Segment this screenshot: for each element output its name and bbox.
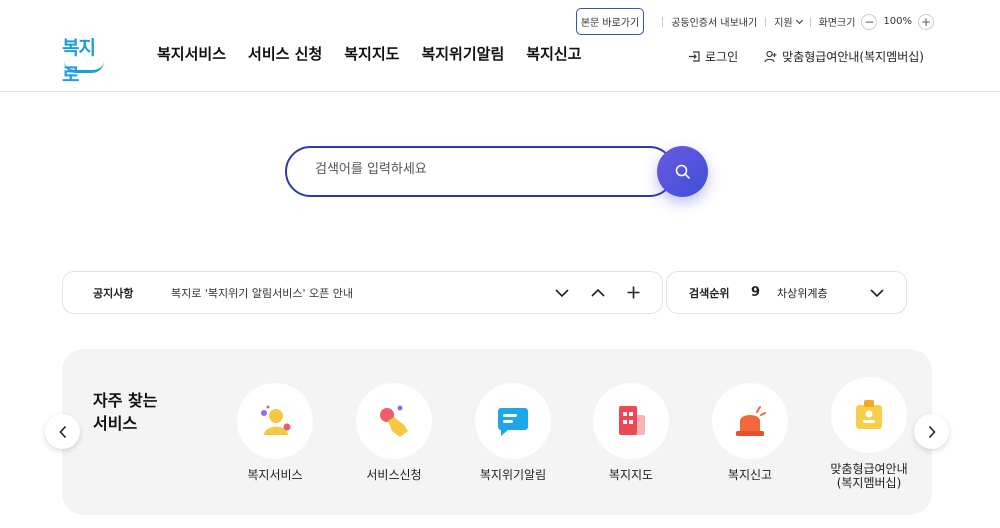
zoom-control: 화면크기 − 100% + (818, 13, 934, 30)
notice-title: 공지사항 (93, 286, 134, 300)
login-icon (689, 51, 700, 62)
frequent-services: 자주 찾는 서비스 복지서비스 서비스신청 복지위기알림 복지지도 복지신고 맞… (62, 349, 932, 515)
login-label: 로그인 (705, 50, 739, 64)
service-label: 복지위기알림 (479, 468, 547, 482)
chevron-down-icon[interactable] (555, 288, 569, 298)
plus-icon[interactable] (627, 286, 640, 299)
user-add-icon (764, 50, 777, 63)
zoom-value: 100% (883, 16, 912, 27)
carousel-next-button[interactable] (914, 414, 949, 449)
service-label: 복지서비스 (247, 468, 303, 482)
nav-item-crisis-alert[interactable]: 복지위기알림 (421, 43, 504, 64)
chevron-right-icon (928, 425, 936, 438)
search-rank-bar[interactable]: 검색순위 9 차상위계층 (666, 271, 907, 314)
zoom-label: 화면크기 (818, 18, 856, 29)
search-bar (285, 146, 709, 197)
service-icon-circle (237, 383, 313, 459)
siren-icon (736, 406, 766, 436)
service-icon-circle (593, 383, 669, 459)
id-badge-icon (856, 400, 882, 429)
service-label-line1: 맞춤형급여안내 (830, 462, 908, 476)
divider (765, 16, 767, 27)
service-item-welfare-report[interactable]: 복지신고 (695, 383, 805, 482)
divider (662, 16, 664, 27)
membership-guide-label: 맞춤형급여안내(복지멤버십) (782, 50, 924, 64)
chevron-up-icon[interactable] (591, 288, 605, 298)
service-item-welfare[interactable]: 복지서비스 (220, 383, 330, 482)
header-actions: 로그인 맞춤형급여안내(복지멤버십) (688, 48, 924, 65)
search-icon (675, 164, 690, 179)
service-icon-circle (831, 377, 907, 453)
service-icon-circle (475, 383, 551, 459)
frequent-title-line2: 서비스 (93, 414, 138, 433)
nav-item-welfare-services[interactable]: 복지서비스 (157, 43, 226, 64)
service-icon-circle (356, 383, 432, 459)
service-item-welfare-map[interactable]: 복지지도 (576, 383, 686, 482)
frequent-title-line1: 자주 찾는 (93, 391, 158, 410)
service-label: 복지지도 (608, 468, 654, 482)
rank-title: 검색순위 (689, 286, 730, 300)
service-label: 맞춤형급여안내 (복지멤버십) (814, 462, 924, 490)
carousel-prev-button[interactable] (45, 414, 80, 449)
cert-export-link[interactable]: 공동인증서 내보내기 (671, 14, 757, 29)
chat-message-icon (498, 408, 528, 436)
login-link[interactable]: 로그인 (688, 48, 738, 65)
logo-smile-icon (64, 61, 104, 73)
support-label: 지원 (774, 18, 793, 29)
notice-controls (555, 286, 640, 299)
utility-bar: 본문 바로가기 공동인증서 내보내기 지원 화면크기 − 100% + (575, 8, 934, 35)
divider (809, 16, 811, 27)
zoom-out-button[interactable]: − (861, 13, 878, 30)
site-logo[interactable]: 복지로 (62, 33, 106, 86)
support-menu[interactable]: 지원 (774, 14, 803, 29)
search-button[interactable] (657, 146, 708, 197)
notice-bar: 공지사항 복지로 '복지위기 알림서비스' 오픈 안내 (62, 271, 663, 314)
hand-touch-icon (380, 405, 408, 437)
main-nav: 복지서비스 서비스 신청 복지지도 복지위기알림 복지신고 (157, 43, 581, 64)
nav-item-welfare-report[interactable]: 복지신고 (526, 43, 581, 64)
building-icon (619, 406, 645, 435)
search-input[interactable] (315, 162, 635, 177)
search-box (285, 146, 675, 197)
notice-text[interactable]: 복지로 '복지위기 알림서비스' 오픈 안내 (171, 285, 555, 301)
service-icon-circle (712, 383, 788, 459)
service-item-crisis-alert[interactable]: 복지위기알림 (458, 383, 568, 482)
nav-item-service-apply[interactable]: 서비스 신청 (248, 43, 322, 64)
membership-guide-link[interactable]: 맞춤형급여안내(복지멤버십) (764, 48, 924, 65)
skip-to-content-button[interactable]: 본문 바로가기 (575, 8, 645, 35)
zoom-in-button[interactable]: + (918, 13, 934, 30)
service-item-membership[interactable]: 맞춤형급여안내 (복지멤버십) (814, 377, 924, 490)
service-label: 서비스신청 (366, 468, 422, 482)
chevron-down-icon (795, 16, 803, 24)
person-icon (261, 405, 291, 435)
service-label: 복지신고 (727, 468, 773, 482)
header-divider (0, 91, 1000, 92)
chevron-down-icon[interactable] (870, 288, 884, 298)
rank-keyword[interactable]: 차상위계층 (777, 285, 870, 301)
service-label-line2: (복지멤버십) (836, 476, 902, 490)
rank-number: 9 (751, 285, 761, 300)
service-item-apply[interactable]: 서비스신청 (339, 383, 449, 482)
frequent-services-title: 자주 찾는 서비스 (93, 389, 157, 435)
chevron-left-icon (58, 425, 66, 438)
nav-item-welfare-map[interactable]: 복지지도 (344, 43, 399, 64)
